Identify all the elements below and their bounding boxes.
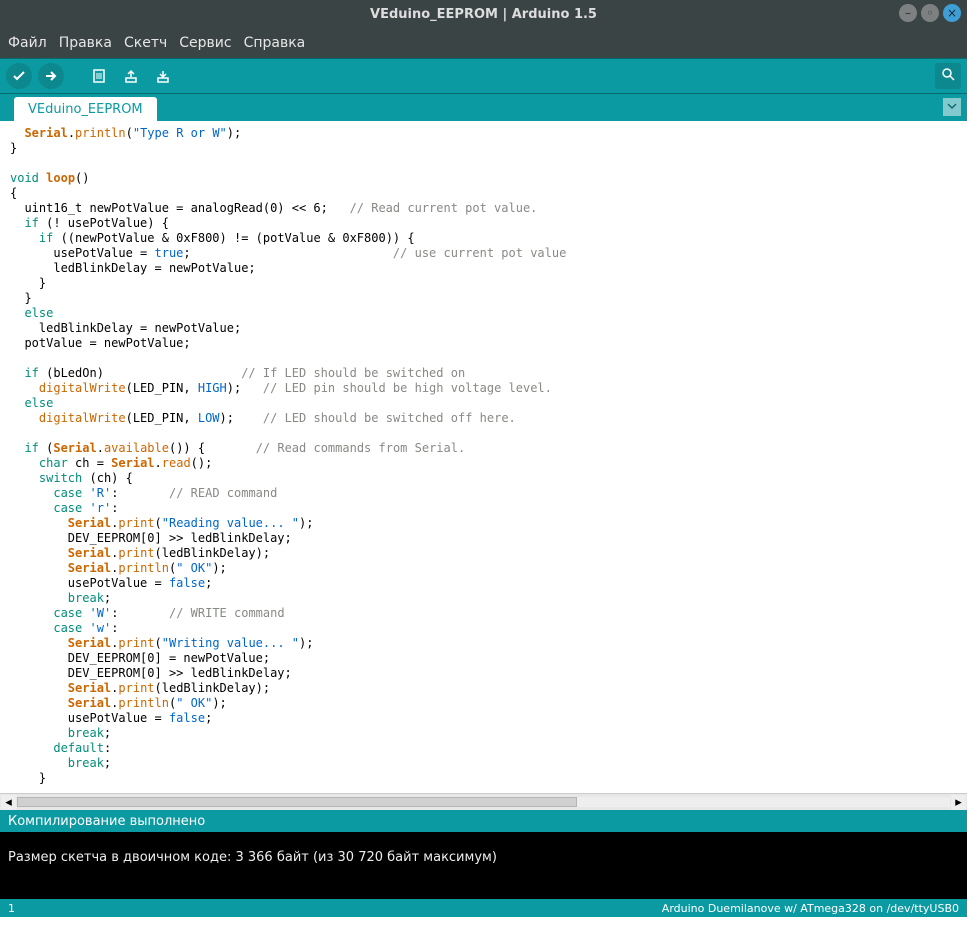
scroll-handle[interactable] [17,797,577,807]
tab-menu-button[interactable] [943,98,961,116]
verify-button[interactable] [6,63,32,89]
new-sketch-button[interactable] [86,63,112,89]
status-bar: Компилирование выполнено [0,810,967,832]
window-titlebar: VEduino_EEPROM | Arduino 1.5 – ◦ × [0,0,967,28]
console-line: Размер скетча в двоичном коде: 3 366 бай… [8,850,959,865]
menu-edit[interactable]: Правка [59,35,112,51]
open-sketch-button[interactable] [118,63,144,89]
magnifier-icon [940,66,956,86]
window-minimize-button[interactable]: – [899,4,917,22]
code-editor[interactable]: Serial.println("Type R or W"); } void lo… [0,121,967,793]
menu-help[interactable]: Справка [244,35,306,51]
menu-bar: Файл Правка Скетч Сервис Справка [0,28,967,58]
arrow-right-icon [43,68,59,84]
menu-tools[interactable]: Сервис [179,35,231,51]
editor-area: Serial.println("Type R or W"); } void lo… [0,121,967,810]
serial-monitor-button[interactable] [935,63,961,89]
tab-bar: VEduino_EEPROM [0,94,967,121]
file-icon [91,68,107,84]
window-maximize-button[interactable]: ◦ [921,4,939,22]
triangle-left-icon: ◂ [5,795,12,810]
save-sketch-button[interactable] [150,63,176,89]
tab-main[interactable]: VEduino_EEPROM [14,97,157,121]
scroll-right-button[interactable]: ▸ [951,795,966,810]
arrow-up-icon [123,68,139,84]
scroll-left-button[interactable]: ◂ [1,795,16,810]
triangle-right-icon: ▸ [955,795,962,810]
console-output: Размер скетча в двоичном коде: 3 366 бай… [0,832,967,899]
board-info: Arduino Duemilanove w/ ATmega328 on /dev… [662,902,959,915]
window-close-button[interactable]: × [943,4,961,22]
status-message: Компилирование выполнено [8,814,205,829]
chevron-down-icon [947,100,957,115]
menu-file[interactable]: Файл [8,35,47,51]
footer-bar: 1 Arduino Duemilanove w/ ATmega328 on /d… [0,899,967,917]
upload-button[interactable] [38,63,64,89]
window-title: VEduino_EEPROM | Arduino 1.5 [370,7,597,22]
arrow-down-icon [155,68,171,84]
line-number: 1 [8,902,15,915]
check-icon [11,68,27,84]
menu-sketch[interactable]: Скетч [124,35,167,51]
horizontal-scrollbar[interactable]: ◂ ▸ [0,793,967,810]
toolbar [0,58,967,94]
